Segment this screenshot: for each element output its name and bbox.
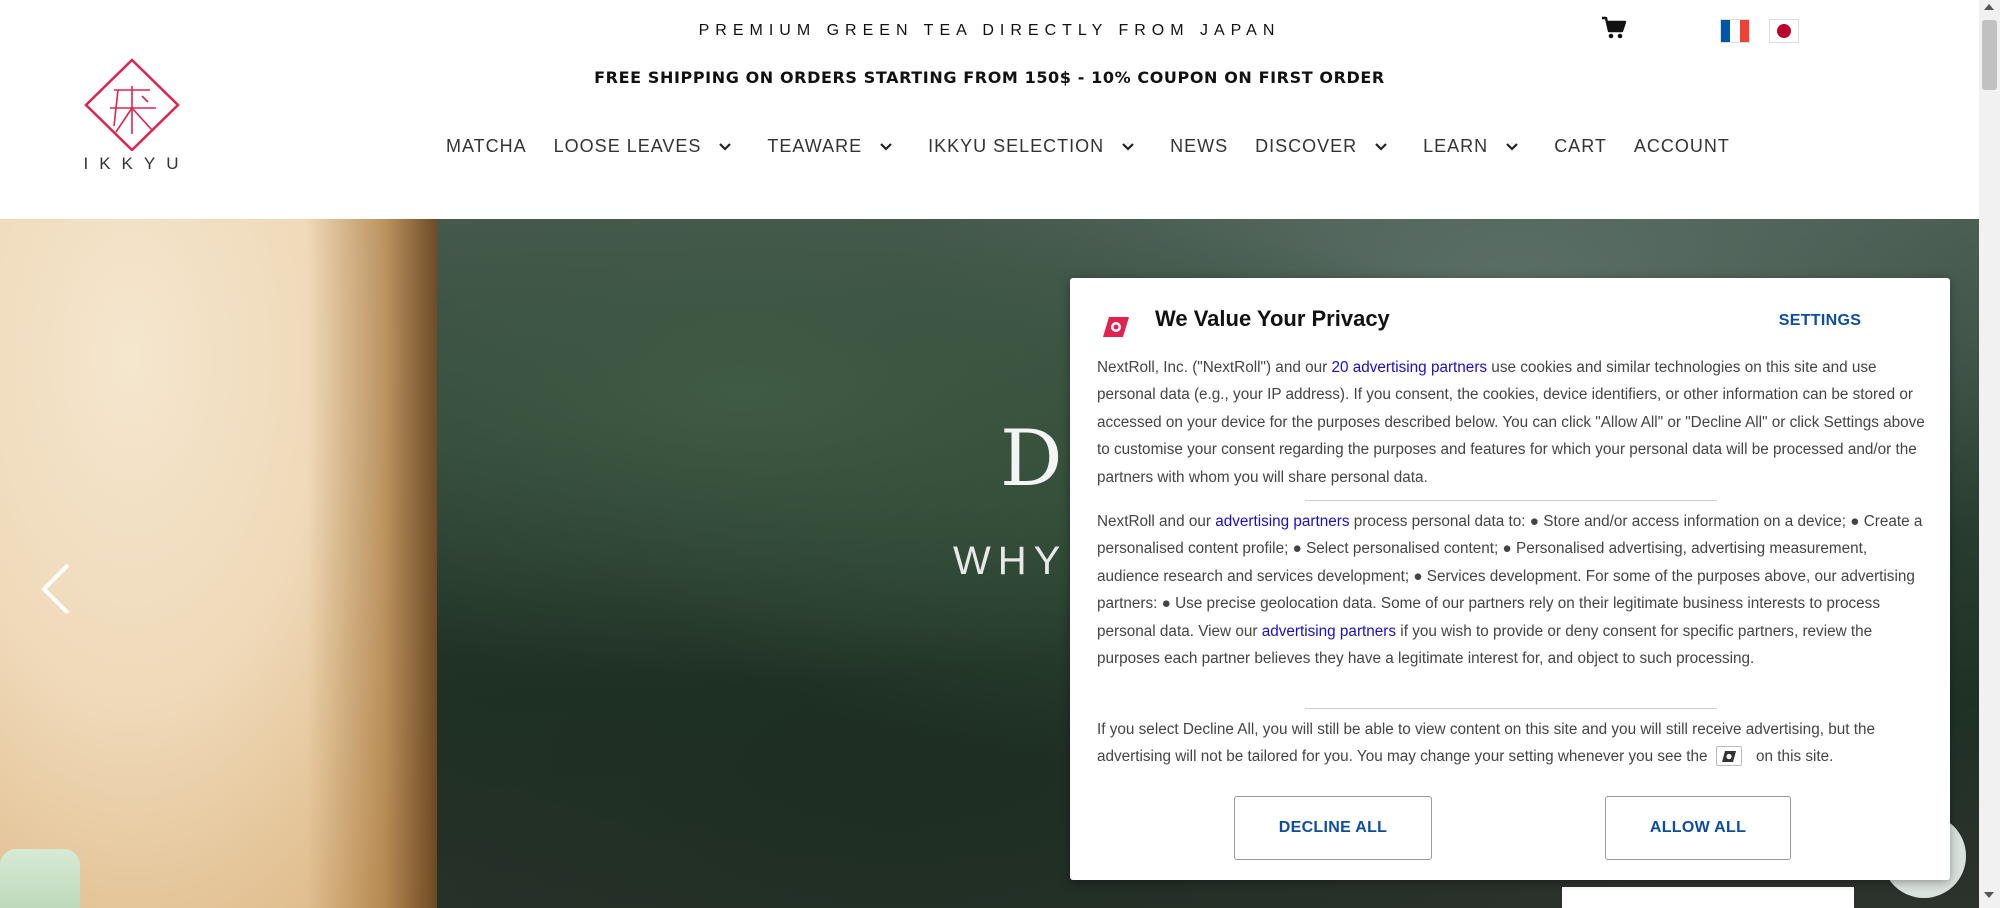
page-scrollbar[interactable]: [1979, 0, 2000, 908]
advertising-partners-link[interactable]: advertising partners: [1262, 623, 1396, 640]
shipping-banner: FREE SHIPPING ON ORDERS STARTING FROM 15…: [594, 68, 1385, 87]
nav-item-news[interactable]: NEWS: [1170, 136, 1228, 157]
text: process personal data to: ● Store and/or…: [1097, 513, 1923, 640]
text: NextRoll and our: [1097, 513, 1216, 530]
nav-item-label: LOOSE LEAVES: [553, 135, 702, 156]
flag-japan-icon[interactable]: [1769, 19, 1799, 43]
nav-item-cart[interactable]: CART: [1554, 136, 1607, 157]
nav-item-teaware[interactable]: TEAWARE: [767, 134, 898, 158]
advertising-partners-link[interactable]: 20 advertising partners: [1331, 359, 1487, 376]
nav-item-label: LEARN: [1423, 135, 1489, 156]
text: NextRoll, Inc. ("NextRoll") and our: [1097, 359, 1332, 376]
tea-cup-image: [0, 849, 80, 908]
divider: [1305, 708, 1717, 709]
nav-item-label: NEWS: [1170, 135, 1229, 156]
nav-item-ikkyu-selection[interactable]: IKKYU SELECTION: [928, 134, 1140, 158]
nav-item-label: MATCHA: [446, 135, 527, 156]
settings-button[interactable]: SETTINGS: [1770, 309, 1870, 333]
nav-item-matcha[interactable]: MATCHA: [446, 136, 527, 157]
nav-item-label: IKKYU SELECTION: [928, 135, 1105, 156]
chevron-down-icon: [1116, 134, 1140, 158]
decline-all-button[interactable]: DECLINE ALL: [1234, 796, 1432, 860]
text: on this site.: [1751, 748, 1834, 766]
ikkyu-logo[interactable]: IKKYU: [70, 56, 195, 181]
chevron-down-icon: [713, 134, 737, 158]
advertising-partners-link[interactable]: advertising partners: [1215, 513, 1349, 530]
nav-item-discover[interactable]: DISCOVER: [1255, 134, 1393, 158]
nextroll-badge-icon: [1715, 746, 1742, 767]
consent-paragraph-2: NextRoll and our advertising partners pr…: [1097, 508, 1927, 672]
cookie-consent-dialog: We Value Your Privacy SETTINGS NextRoll,…: [1070, 278, 1950, 880]
consent-title: We Value Your Privacy: [1155, 306, 1390, 331]
consent-paragraph-1: NextRoll, Inc. ("NextRoll") and our 20 a…: [1097, 354, 1927, 491]
nav-item-learn[interactable]: LEARN: [1423, 134, 1524, 158]
nav-item-label: CART: [1554, 135, 1607, 156]
site-header: PREMIUM GREEN TEA DIRECTLY FROM JAPAN FR…: [0, 0, 1979, 219]
chevron-down-icon: [1369, 134, 1393, 158]
slider-prev-icon[interactable]: [38, 561, 74, 617]
main-nav: MATCHA LOOSE LEAVES TEAWARE IKKYU SELECT…: [446, 131, 1757, 161]
logo-diamond-icon: [84, 58, 180, 152]
nav-item-loose-leaves[interactable]: LOOSE LEAVES: [554, 134, 738, 158]
nextroll-logo-icon: [1103, 317, 1129, 337]
scroll-up-icon[interactable]: [1984, 4, 1994, 10]
scroll-thumb[interactable]: [1982, 20, 1997, 90]
text: use cookies and similar technologies on …: [1097, 359, 1925, 486]
allow-all-button[interactable]: ALLOW ALL: [1605, 796, 1791, 860]
consent-paragraph-3: If you select Decline All, you will stil…: [1097, 716, 1927, 771]
chevron-down-icon: [874, 134, 898, 158]
logo-text: IKKYU: [83, 154, 190, 173]
nav-item-label: DISCOVER: [1255, 135, 1358, 156]
hero-cta-button[interactable]: [1562, 887, 1854, 908]
hero-subtitle: WHY: [953, 539, 1068, 583]
flag-france-icon[interactable]: [1720, 19, 1750, 43]
nav-item-account[interactable]: ACCOUNT: [1634, 136, 1730, 157]
nav-item-label: ACCOUNT: [1633, 135, 1730, 156]
scroll-down-icon[interactable]: [1984, 892, 1994, 898]
divider: [1305, 500, 1717, 501]
nav-item-label: TEAWARE: [767, 135, 863, 156]
cart-icon[interactable]: [1601, 16, 1627, 40]
tagline: PREMIUM GREEN TEA DIRECTLY FROM JAPAN: [698, 22, 1281, 39]
chevron-down-icon: [1500, 134, 1524, 158]
